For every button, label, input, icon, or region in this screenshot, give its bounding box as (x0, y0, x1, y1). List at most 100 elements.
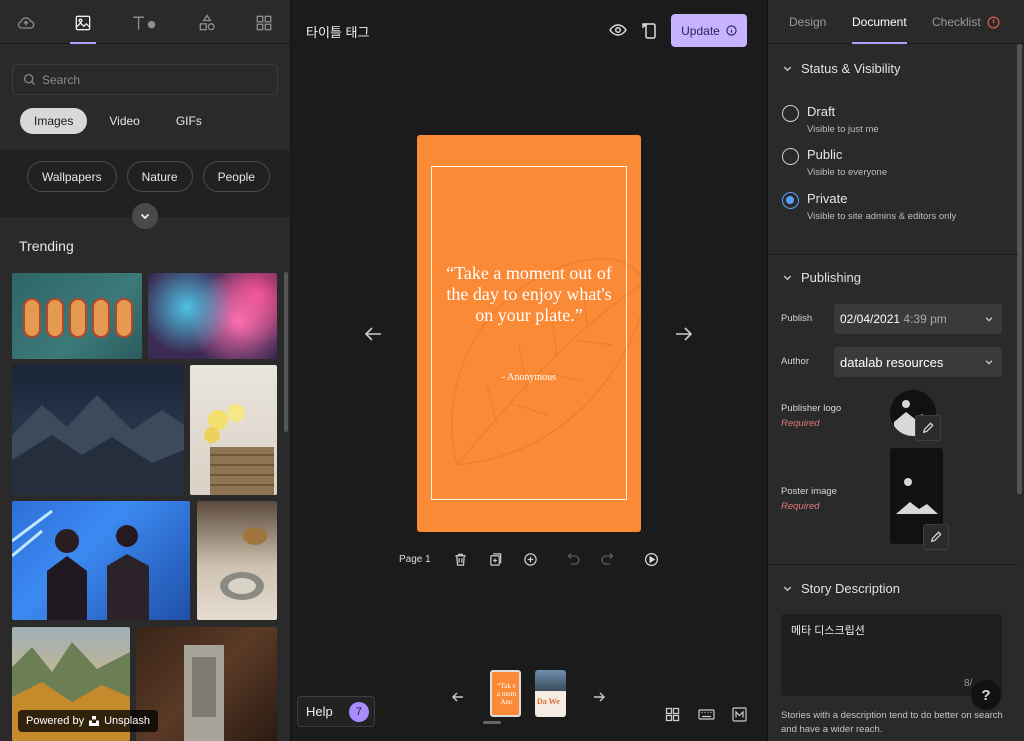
edit-poster-image-button[interactable] (923, 524, 949, 550)
category-nature[interactable]: Nature (126, 161, 193, 192)
update-button[interactable]: Update (671, 14, 747, 47)
page-templates-tab[interactable] (251, 10, 277, 36)
visibility-public[interactable]: Public Visible to everyone (782, 147, 887, 178)
undo-button[interactable] (556, 549, 591, 569)
add-page-button[interactable] (513, 549, 548, 569)
shapes-tab[interactable] (194, 10, 220, 36)
expand-categories-button[interactable] (132, 203, 158, 229)
phone-rotate-icon (642, 23, 656, 39)
pencil-icon (930, 531, 942, 543)
media-type-images[interactable]: Images (20, 108, 88, 134)
help-center-button[interactable]: ? (971, 680, 1001, 710)
visibility-private[interactable]: Private Visible to site admins & editors … (782, 191, 956, 222)
page-thumbnail-2[interactable]: Da We (535, 670, 566, 717)
daffodils-image[interactable] (190, 365, 277, 495)
night-mountains-image[interactable] (12, 365, 184, 495)
page-thumbnail-1[interactable]: “Tak e a mom Ano (490, 670, 521, 717)
media-type-gifs[interactable]: GIFs (162, 108, 216, 134)
chevron-down-icon (783, 586, 792, 591)
page-toolbar: Page 1 (399, 549, 669, 569)
description-char-count: 8/ (964, 678, 973, 689)
publisher-logo-required: Required (781, 418, 820, 429)
keyboard-icon (698, 709, 715, 720)
duplicate-page-button[interactable] (478, 549, 513, 569)
update-label: Update (681, 23, 720, 38)
story-description-header[interactable]: Story Description (768, 577, 1018, 599)
document-settings-panel: Design Document Checklist Status & Visib… (767, 0, 1024, 741)
delete-page-button[interactable] (443, 549, 478, 569)
poster-image-required: Required (781, 501, 820, 512)
category-list: Wallpapers Nature People (27, 161, 270, 192)
library-tabs (0, 0, 291, 44)
private-description: Visible to site admins & editors only (807, 211, 957, 222)
publishing-header[interactable]: Publishing (768, 266, 1018, 288)
status-visibility-title: Status & Visibility (801, 60, 901, 76)
chevron-down-icon (783, 275, 792, 280)
previous-page-arrow[interactable] (363, 324, 383, 349)
alert-icon (987, 16, 1000, 29)
search-input[interactable] (42, 72, 262, 87)
markdown-toggle-button[interactable] (732, 707, 747, 727)
carousel-next-arrow[interactable] (592, 690, 606, 709)
media-type-selector: Images Video GIFs (20, 108, 216, 134)
author-select[interactable]: datalab resources (834, 347, 1002, 377)
publish-time: 4:39 pm (903, 312, 947, 326)
draft-radio[interactable] (782, 105, 799, 122)
media-grid (0, 272, 291, 741)
switch-layout-button[interactable] (640, 20, 660, 40)
thumbnail-2-text: Da We (537, 697, 560, 706)
images-tab[interactable] (70, 10, 96, 44)
carousel-prev-arrow[interactable] (451, 690, 465, 709)
undo-icon (567, 553, 580, 565)
media-type-video[interactable]: Video (95, 108, 153, 134)
category-people[interactable]: People (202, 161, 270, 192)
text-tab[interactable] (127, 10, 161, 36)
page-number-label: Page 1 (399, 553, 431, 565)
category-wallpapers[interactable]: Wallpapers (27, 161, 117, 192)
publishing-title: Publishing (801, 269, 861, 285)
redo-button[interactable] (591, 549, 626, 569)
pottery-image[interactable] (197, 501, 277, 620)
tab-checklist[interactable]: Checklist (932, 15, 981, 29)
hotdogs-image[interactable] (12, 273, 142, 359)
story-title[interactable]: 타이틀 태그 (306, 22, 369, 41)
quote-author[interactable]: - Anonymous (437, 372, 621, 383)
play-button[interactable] (634, 549, 669, 569)
text-border-frame (431, 166, 627, 500)
publish-date-picker[interactable]: 02/04/2021 4:39 pm (834, 304, 1002, 334)
visibility-draft[interactable]: Draft Visible to just me (782, 104, 879, 135)
author-value: datalab resources (840, 354, 944, 370)
draft-label: Draft (807, 104, 836, 119)
keyboard-shortcuts-button[interactable] (698, 707, 715, 727)
next-page-arrow[interactable] (674, 324, 694, 349)
upload-tab[interactable] (13, 10, 39, 36)
grid-view-button[interactable] (665, 707, 680, 727)
tab-design[interactable]: Design (789, 15, 826, 29)
status-visibility-header[interactable]: Status & Visibility (768, 57, 1018, 79)
section-divider (768, 254, 1018, 255)
media-scrollbar[interactable] (284, 272, 288, 432)
private-label: Private (807, 191, 848, 206)
public-radio[interactable] (782, 148, 799, 165)
help-button[interactable]: Help 7 (297, 696, 375, 727)
neon-people-image[interactable] (12, 501, 190, 620)
unsplash-attribution[interactable]: Powered by Unsplash (18, 710, 158, 732)
settings-tabs: Design Document Checklist (768, 0, 1024, 44)
section-divider (768, 564, 1018, 565)
info-icon (726, 25, 737, 36)
story-description-title: Story Description (801, 580, 900, 596)
tab-document[interactable]: Document (852, 15, 907, 44)
chevron-down-icon (140, 213, 150, 220)
search-icon (23, 73, 36, 86)
private-radio[interactable] (782, 192, 799, 209)
media-search[interactable] (12, 64, 278, 95)
draft-description: Visible to just me (807, 124, 879, 135)
play-circle-icon (644, 552, 658, 566)
story-page-canvas[interactable]: “Take a moment out of the day to enjoy w… (417, 135, 641, 532)
cloud-upload-icon (17, 17, 35, 29)
edit-publisher-logo-button[interactable] (915, 415, 941, 441)
colorful-smoke-image[interactable] (148, 273, 277, 359)
publisher-logo-label: Publisher logo (781, 403, 842, 414)
preview-button[interactable] (608, 20, 628, 40)
quote-text[interactable]: “Take a moment out of the day to enjoy w… (437, 263, 621, 326)
